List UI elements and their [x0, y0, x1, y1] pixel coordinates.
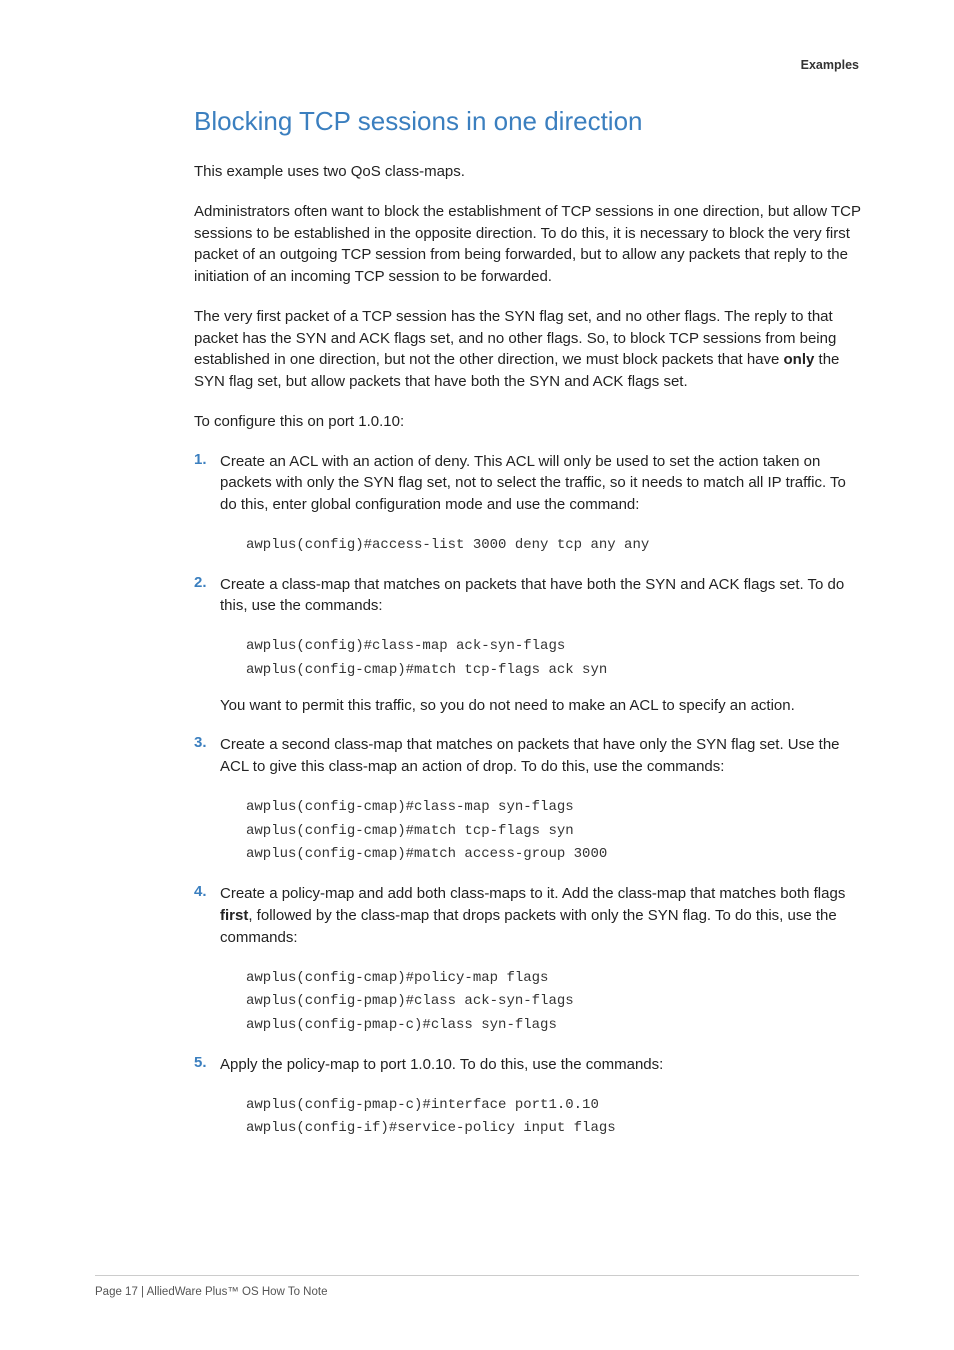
code-line: awplus(config-pmap-c)#class syn-flags	[246, 1014, 862, 1038]
code-line: awplus(config-cmap)#match tcp-flags syn	[246, 820, 862, 844]
page-content: Blocking TCP sessions in one direction T…	[194, 106, 862, 1157]
code-line: awplus(config-pmap)#class ack-syn-flags	[246, 990, 862, 1014]
step-number: 4.	[194, 883, 207, 900]
step-4: 4. Create a policy-map and add both clas…	[194, 883, 862, 1038]
header-caption: Examples	[801, 58, 859, 72]
code-line: awplus(config-pmap-c)#interface port1.0.…	[246, 1094, 862, 1118]
page-footer: Page 17 | AlliedWare Plus™ OS How To Not…	[95, 1275, 859, 1298]
code-block: awplus(config-pmap-c)#interface port1.0.…	[246, 1094, 862, 1142]
steps-list: 1. Create an ACL with an action of deny.…	[194, 451, 862, 1142]
step-text: Apply the policy-map to port 1.0.10. To …	[220, 1054, 862, 1076]
step-number: 2.	[194, 574, 207, 591]
intro-paragraph-4: To configure this on port 1.0.10:	[194, 411, 862, 433]
footer-text: Page 17 | AlliedWare Plus™ OS How To Not…	[95, 1286, 859, 1298]
code-block: awplus(config)#class-map ack-syn-flags a…	[246, 635, 862, 683]
intro-paragraph-1: This example uses two QoS class-maps.	[194, 161, 862, 183]
step-1: 1. Create an ACL with an action of deny.…	[194, 451, 862, 558]
code-line: awplus(config-cmap)#match access-group 3…	[246, 843, 862, 867]
footer-rule	[95, 1275, 859, 1276]
step-text: Create a class-map that matches on packe…	[220, 574, 862, 618]
code-block: awplus(config-cmap)#class-map syn-flags …	[246, 796, 862, 867]
step-number: 5.	[194, 1054, 207, 1071]
code-block: awplus(config)#access-list 3000 deny tcp…	[246, 534, 862, 558]
intro3-part-a: The very first packet of a TCP session h…	[194, 308, 836, 369]
code-line: awplus(config-cmap)#match tcp-flags ack …	[246, 659, 862, 683]
code-line: awplus(config-cmap)#class-map syn-flags	[246, 796, 862, 820]
step-number: 1.	[194, 451, 207, 468]
step-3: 3. Create a second class-map that matche…	[194, 734, 862, 867]
step-after-text: You want to permit this traffic, so you …	[220, 695, 862, 717]
step4-bold: first	[220, 907, 248, 924]
code-line: awplus(config-if)#service-policy input f…	[246, 1117, 862, 1141]
page-title: Blocking TCP sessions in one direction	[194, 106, 862, 137]
step-text: Create an ACL with an action of deny. Th…	[220, 451, 862, 516]
step-number: 3.	[194, 734, 207, 751]
step-text: Create a second class-map that matches o…	[220, 734, 862, 778]
step-2: 2. Create a class-map that matches on pa…	[194, 574, 862, 717]
code-block: awplus(config-cmap)#policy-map flags awp…	[246, 967, 862, 1038]
step-5: 5. Apply the policy-map to port 1.0.10. …	[194, 1054, 862, 1141]
intro-paragraph-3: The very first packet of a TCP session h…	[194, 306, 862, 393]
step4-text-b: , followed by the class-map that drops p…	[220, 907, 837, 946]
code-line: awplus(config-cmap)#policy-map flags	[246, 967, 862, 991]
intro-paragraph-2: Administrators often want to block the e…	[194, 201, 862, 288]
code-line: awplus(config)#access-list 3000 deny tcp…	[246, 534, 862, 558]
step4-text-a: Create a policy-map and add both class-m…	[220, 885, 845, 902]
code-line: awplus(config)#class-map ack-syn-flags	[246, 635, 862, 659]
step-text: Create a policy-map and add both class-m…	[220, 883, 862, 948]
intro3-bold: only	[784, 351, 815, 368]
